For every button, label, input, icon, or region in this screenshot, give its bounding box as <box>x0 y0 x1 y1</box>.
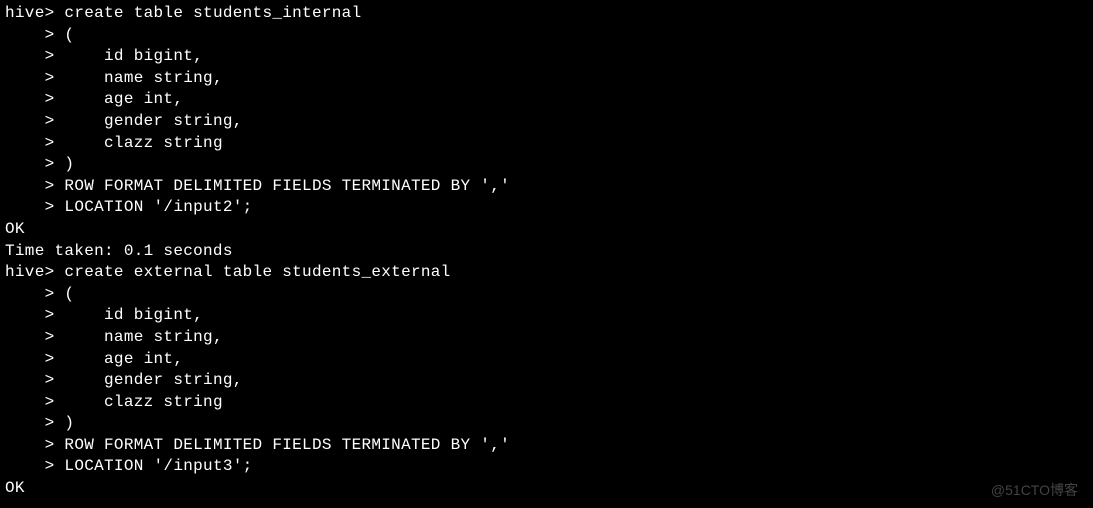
terminal-line: hive> create external table students_ext… <box>5 262 1088 284</box>
command-text: gender string, <box>64 371 242 389</box>
command-text: ( <box>64 285 74 303</box>
terminal-line: > age int, <box>5 89 1088 111</box>
output-text: Time taken: 0.1 seconds <box>5 242 233 260</box>
continuation-prompt: > <box>5 306 64 324</box>
terminal-line: OK <box>5 219 1088 241</box>
command-text: ) <box>64 155 74 173</box>
continuation-prompt: > <box>5 457 64 475</box>
terminal-line: > ( <box>5 284 1088 306</box>
terminal-line: > clazz string <box>5 392 1088 414</box>
terminal-line: > id bigint, <box>5 305 1088 327</box>
command-text: ROW FORMAT DELIMITED FIELDS TERMINATED B… <box>64 436 510 454</box>
command-text: clazz string <box>64 134 222 152</box>
command-text: gender string, <box>64 112 242 130</box>
command-text: age int, <box>64 90 183 108</box>
command-text: ROW FORMAT DELIMITED FIELDS TERMINATED B… <box>64 177 510 195</box>
continuation-prompt: > <box>5 414 64 432</box>
continuation-prompt: > <box>5 26 64 44</box>
terminal-line: Time taken: 0.1 seconds <box>5 241 1088 263</box>
output-text: OK <box>5 479 25 497</box>
terminal-line: > name string, <box>5 68 1088 90</box>
prompt: hive> <box>5 263 64 281</box>
terminal-line: > age int, <box>5 349 1088 371</box>
continuation-prompt: > <box>5 155 64 173</box>
command-text: clazz string <box>64 393 222 411</box>
continuation-prompt: > <box>5 436 64 454</box>
terminal-line: > gender string, <box>5 111 1088 133</box>
command-text: id bigint, <box>64 47 203 65</box>
continuation-prompt: > <box>5 134 64 152</box>
continuation-prompt: > <box>5 69 64 87</box>
command-text: ) <box>64 414 74 432</box>
command-text: LOCATION '/input3'; <box>64 457 252 475</box>
command-text: ( <box>64 26 74 44</box>
watermark: @51CTO博客 <box>991 481 1078 500</box>
command-text: name string, <box>64 328 222 346</box>
terminal-line: > ROW FORMAT DELIMITED FIELDS TERMINATED… <box>5 435 1088 457</box>
terminal-line: > clazz string <box>5 133 1088 155</box>
continuation-prompt: > <box>5 47 64 65</box>
command-text: LOCATION '/input2'; <box>64 198 252 216</box>
terminal-line: > LOCATION '/input2'; <box>5 197 1088 219</box>
continuation-prompt: > <box>5 350 64 368</box>
continuation-prompt: > <box>5 198 64 216</box>
continuation-prompt: > <box>5 90 64 108</box>
terminal-line: > ) <box>5 154 1088 176</box>
terminal-line: > ROW FORMAT DELIMITED FIELDS TERMINATED… <box>5 176 1088 198</box>
terminal-line: > id bigint, <box>5 46 1088 68</box>
terminal-line: > name string, <box>5 327 1088 349</box>
terminal-line: > gender string, <box>5 370 1088 392</box>
continuation-prompt: > <box>5 393 64 411</box>
command-text: name string, <box>64 69 222 87</box>
terminal-line: OK <box>5 478 1088 500</box>
continuation-prompt: > <box>5 112 64 130</box>
terminal-output[interactable]: hive> create table students_internal > (… <box>5 3 1088 500</box>
terminal-line: > ( <box>5 25 1088 47</box>
continuation-prompt: > <box>5 285 64 303</box>
terminal-line: hive> create table students_internal <box>5 3 1088 25</box>
continuation-prompt: > <box>5 371 64 389</box>
terminal-line: > LOCATION '/input3'; <box>5 456 1088 478</box>
continuation-prompt: > <box>5 177 64 195</box>
prompt: hive> <box>5 4 64 22</box>
continuation-prompt: > <box>5 328 64 346</box>
command-text: age int, <box>64 350 183 368</box>
command-text: create table students_internal <box>64 4 361 22</box>
terminal-line: > ) <box>5 413 1088 435</box>
command-text: create external table students_external <box>64 263 450 281</box>
output-text: OK <box>5 220 25 238</box>
command-text: id bigint, <box>64 306 203 324</box>
